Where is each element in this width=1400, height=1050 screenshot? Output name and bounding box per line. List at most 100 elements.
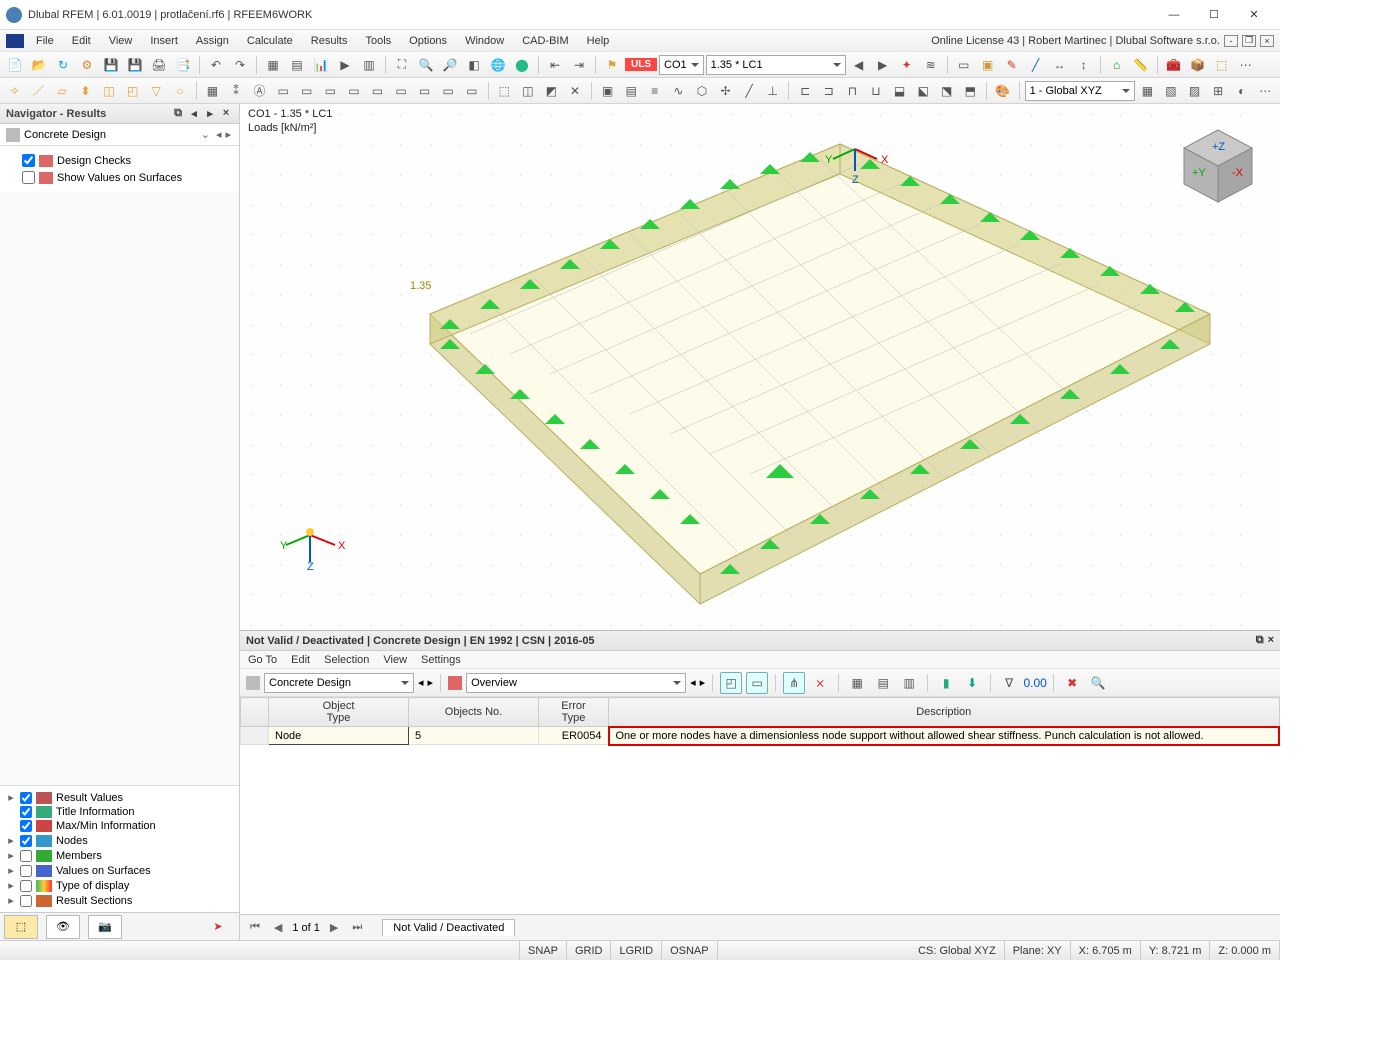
support-icon[interactable]: ▽ — [145, 80, 167, 102]
loadcase-co-dropdown[interactable]: CO1 — [659, 55, 704, 75]
save-all-icon[interactable]: 💾 — [124, 54, 146, 76]
e5-icon[interactable]: ⬓ — [889, 80, 911, 102]
res-tool-filter-icon[interactable]: ⋔ — [783, 672, 805, 694]
status-snap[interactable]: SNAP — [520, 941, 567, 960]
res-tool-select-icon[interactable]: ◰ — [720, 672, 742, 694]
results-menu-goto[interactable]: Go To — [248, 654, 277, 666]
menu-cadbim[interactable]: CAD-BIM — [514, 33, 576, 49]
menu-help[interactable]: Help — [579, 33, 618, 49]
status-lgrid[interactable]: LGRID — [611, 941, 662, 960]
page-last-icon[interactable]: ⏭ — [348, 921, 366, 934]
results-menu-selection[interactable]: Selection — [324, 654, 369, 666]
ruler-icon[interactable]: 📏 — [1130, 54, 1152, 76]
results-menu-settings[interactable]: Settings — [421, 654, 461, 666]
results-ov-next[interactable]: ▸ — [700, 676, 706, 689]
res-tool-t3-icon[interactable]: ▥ — [898, 672, 920, 694]
palette-icon[interactable]: 🎨 — [992, 80, 1014, 102]
names-icon[interactable]: Ⓐ — [249, 80, 271, 102]
numbers-icon[interactable]: ⁑ — [225, 80, 247, 102]
results-table[interactable]: Object Type Objects No. Error Type Descr… — [240, 697, 1280, 914]
nav-btn-1[interactable]: ⬚ — [4, 915, 38, 939]
line-icon[interactable]: ╱ — [1025, 54, 1047, 76]
c1-icon[interactable]: ⬚ — [494, 80, 516, 102]
design-checks-checkbox[interactable] — [22, 154, 35, 167]
col-errtype[interactable]: Error Type — [539, 698, 609, 727]
dim2-icon[interactable]: ↕ — [1073, 54, 1095, 76]
save-icon[interactable]: 💾 — [100, 54, 122, 76]
status-osnap[interactable]: OSNAP — [662, 941, 718, 960]
res-tool-xxx-icon[interactable]: ⨯ — [809, 672, 831, 694]
d4-icon[interactable]: ∿ — [668, 80, 690, 102]
results-menu-view[interactable]: View — [383, 654, 407, 666]
status-grid[interactable]: GRID — [567, 941, 612, 960]
solid-icon[interactable]: ◫ — [98, 80, 120, 102]
b8-icon[interactable]: ▭ — [437, 80, 459, 102]
nav-btn-eye-icon[interactable]: 👁 — [46, 915, 80, 939]
line2-icon[interactable]: ／ — [28, 80, 50, 102]
doc-restore-icon[interactable]: - — [1224, 35, 1238, 47]
res-tool-clear-icon[interactable]: ✖ — [1061, 672, 1083, 694]
tree-item-show-values[interactable]: Show Values on Surfaces — [4, 169, 235, 186]
page-first-icon[interactable]: ⏮ — [246, 921, 264, 934]
menu-window[interactable]: Window — [457, 33, 512, 49]
c3-icon[interactable]: ◩ — [541, 80, 563, 102]
print-icon[interactable]: 🖨 — [148, 54, 170, 76]
b7-icon[interactable]: ▭ — [414, 80, 436, 102]
e7-icon[interactable]: ⬔ — [936, 80, 958, 102]
bt-cb-2[interactable] — [20, 820, 32, 832]
surf-icon[interactable]: ▱ — [51, 80, 73, 102]
d2-icon[interactable]: ▤ — [620, 80, 642, 102]
undo-icon[interactable]: ↶ — [205, 54, 227, 76]
f2-icon[interactable]: ▧ — [1160, 80, 1182, 102]
grid-icon[interactable]: ▦ — [262, 54, 284, 76]
bt-cb-6[interactable] — [20, 880, 32, 892]
align2-icon[interactable]: ⇥ — [568, 54, 590, 76]
box2-icon[interactable]: ⬚ — [1211, 54, 1233, 76]
page-prev-icon[interactable]: ◀ — [270, 921, 286, 934]
b6-icon[interactable]: ▭ — [390, 80, 412, 102]
col-objno[interactable]: Objects No. — [409, 698, 539, 727]
show-values-checkbox[interactable] — [22, 171, 35, 184]
res-tool-chart-icon[interactable]: ▮ — [935, 672, 957, 694]
doc-close-icon[interactable]: × — [1260, 35, 1274, 47]
chart-icon[interactable]: 📊 — [310, 54, 332, 76]
bt-cb-1[interactable] — [20, 806, 32, 818]
bt-cb-0[interactable] — [20, 792, 32, 804]
e8-icon[interactable]: ⬒ — [959, 80, 981, 102]
table-icon[interactable]: ▤ — [286, 54, 308, 76]
d8-icon[interactable]: ⊥ — [762, 80, 784, 102]
coordsys-dropdown[interactable]: 1 - Global XYZ — [1025, 81, 1135, 101]
page-next-icon[interactable]: ▶ — [326, 921, 342, 934]
menu-options[interactable]: Options — [401, 33, 455, 49]
deform-icon[interactable]: ≋ — [920, 54, 942, 76]
d5-icon[interactable]: ⬡ — [691, 80, 713, 102]
menu-tools[interactable]: Tools — [357, 33, 399, 49]
bt-cb-7[interactable] — [20, 895, 32, 907]
results-combo-prev[interactable]: ◂ — [418, 676, 424, 689]
grid2-icon[interactable]: ▦ — [202, 80, 224, 102]
menu-assign[interactable]: Assign — [188, 33, 237, 49]
bt-row-2[interactable]: Max/Min Information — [4, 819, 235, 833]
nav-close-icon[interactable]: × — [219, 107, 233, 120]
bt-row-6[interactable]: ▸Type of display — [4, 878, 235, 893]
bt-row-7[interactable]: ▸Result Sections — [4, 893, 235, 908]
b5-icon[interactable]: ▭ — [367, 80, 389, 102]
viewport-3d[interactable]: CO1 - 1.35 * LC1 Loads [kN/m²] — [240, 104, 1280, 630]
d3-icon[interactable]: ≡ — [644, 80, 666, 102]
bt-cb-3[interactable] — [20, 835, 32, 847]
box-icon[interactable]: 📦 — [1187, 54, 1209, 76]
results-on-icon[interactable]: ✦ — [896, 54, 918, 76]
menu-edit[interactable]: Edit — [64, 33, 99, 49]
d1-icon[interactable]: ▣ — [597, 80, 619, 102]
b9-icon[interactable]: ▭ — [461, 80, 483, 102]
close-button[interactable]: ✕ — [1234, 1, 1274, 29]
cube-icon[interactable]: ▣ — [977, 54, 999, 76]
toolbox-icon[interactable]: 🧰 — [1163, 54, 1185, 76]
menu-file[interactable]: File — [28, 33, 62, 49]
f1-icon[interactable]: ▦ — [1137, 80, 1159, 102]
minimize-button[interactable]: — — [1154, 1, 1194, 29]
refresh-icon[interactable]: ↻ — [52, 54, 74, 76]
nav-btn-axis-icon[interactable]: ➤ — [201, 915, 235, 939]
prev-lc-icon[interactable]: ◀ — [848, 54, 870, 76]
nav-pin-icon[interactable]: ⧉ — [171, 107, 185, 120]
